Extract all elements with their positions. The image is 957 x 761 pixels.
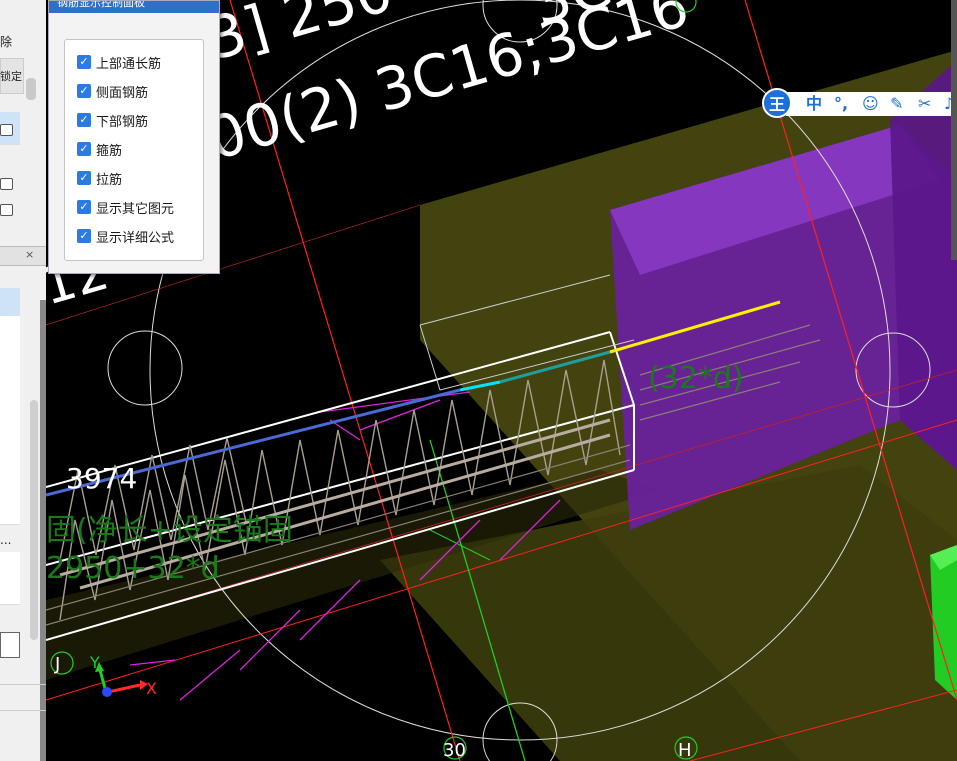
list-row[interactable]	[0, 394, 20, 421]
lock-icon[interactable]	[0, 178, 13, 190]
lock-icon[interactable]	[0, 204, 13, 216]
dimension-label: 3974	[66, 462, 137, 495]
checkbox-checked-icon[interactable]: ✓	[77, 229, 91, 243]
svg-text:Y: Y	[89, 653, 100, 672]
option-show-other-elements[interactable]: ✓ 显示其它图元	[77, 198, 174, 217]
formula-label-2: 固(净长+设定锚固	[46, 513, 293, 548]
list-row[interactable]	[0, 420, 20, 447]
checkbox-checked-icon[interactable]: ✓	[77, 142, 91, 156]
chinese-mode-icon[interactable]: 中	[806, 92, 822, 116]
option-bottom-rebar[interactable]: ✓ 下部钢筋	[77, 111, 148, 130]
checkbox-checked-icon[interactable]: ✓	[77, 55, 91, 69]
ime-toolbar: 王 中 °, ☺ ✎ ✂ ♪	[760, 88, 957, 120]
close-icon[interactable]: ×	[25, 248, 34, 261]
svg-text:J: J	[54, 654, 60, 675]
option-list: ✓ 上部通长筋 ✓ 侧面钢筋 ✓ 下部钢筋 ✓ 箍筋 ✓ 拉筋 ✓ 显示其它图元…	[64, 39, 204, 261]
panel-title[interactable]: 钢筋显示控制面板	[49, 1, 219, 13]
list-row[interactable]	[0, 552, 20, 579]
punctuation-icon[interactable]: °,	[834, 92, 848, 116]
checkbox-checked-icon[interactable]: ✓	[77, 84, 91, 98]
formula-label-3: 2950+32*d	[46, 551, 220, 586]
right-scrollbar[interactable]	[951, 0, 957, 260]
scissors-icon[interactable]: ✂	[918, 92, 931, 116]
pen-icon[interactable]: ✎	[890, 92, 903, 116]
option-top-through-rebar[interactable]: ✓ 上部通长筋	[77, 53, 161, 72]
checkbox-checked-icon[interactable]: ✓	[77, 171, 91, 185]
svg-text:30: 30	[443, 740, 466, 761]
axis-marker-30[interactable]: 30	[443, 736, 467, 761]
option-stirrup[interactable]: ✓ 箍筋	[77, 140, 122, 159]
formula-label-1: (32*d)	[648, 361, 744, 396]
selected-row[interactable]	[0, 288, 20, 317]
svg-text:H: H	[678, 740, 692, 761]
list-row[interactable]	[0, 368, 20, 395]
list-row[interactable]	[0, 472, 20, 499]
list-row[interactable]	[0, 342, 20, 369]
option-side-rebar[interactable]: ✓ 侧面钢筋	[77, 82, 148, 101]
rebar-display-panel: 钢筋显示控制面板 ✓ 上部通长筋 ✓ 侧面钢筋 ✓ 下部钢筋 ✓ 箍筋 ✓ 拉筋…	[48, 0, 220, 274]
list-row[interactable]	[0, 446, 20, 473]
lock-icon[interactable]	[0, 124, 13, 136]
emoji-icon[interactable]: ☺	[862, 92, 879, 116]
list-row[interactable]	[0, 316, 20, 343]
option-show-detailed-formula[interactable]: ✓ 显示详细公式	[77, 227, 174, 246]
scrollbar-thumb[interactable]	[30, 400, 38, 640]
checkbox-checked-icon[interactable]: ✓	[77, 200, 91, 214]
svg-text:X: X	[146, 679, 157, 698]
more-label[interactable]: ...	[0, 533, 11, 547]
option-tie-bar[interactable]: ✓ 拉筋	[77, 169, 122, 188]
input-box[interactable]	[0, 632, 20, 658]
list-row[interactable]	[0, 498, 20, 525]
lock-label[interactable]: 锁定	[0, 68, 22, 84]
ime-logo[interactable]: 王	[762, 88, 792, 118]
scrollbar-thumb[interactable]	[26, 78, 36, 100]
left-property-strip: 除 锁定 × ...	[0, 0, 47, 761]
delete-label[interactable]: 除	[0, 33, 12, 50]
checkbox-checked-icon[interactable]: ✓	[77, 113, 91, 127]
list-row[interactable]	[0, 578, 20, 605]
